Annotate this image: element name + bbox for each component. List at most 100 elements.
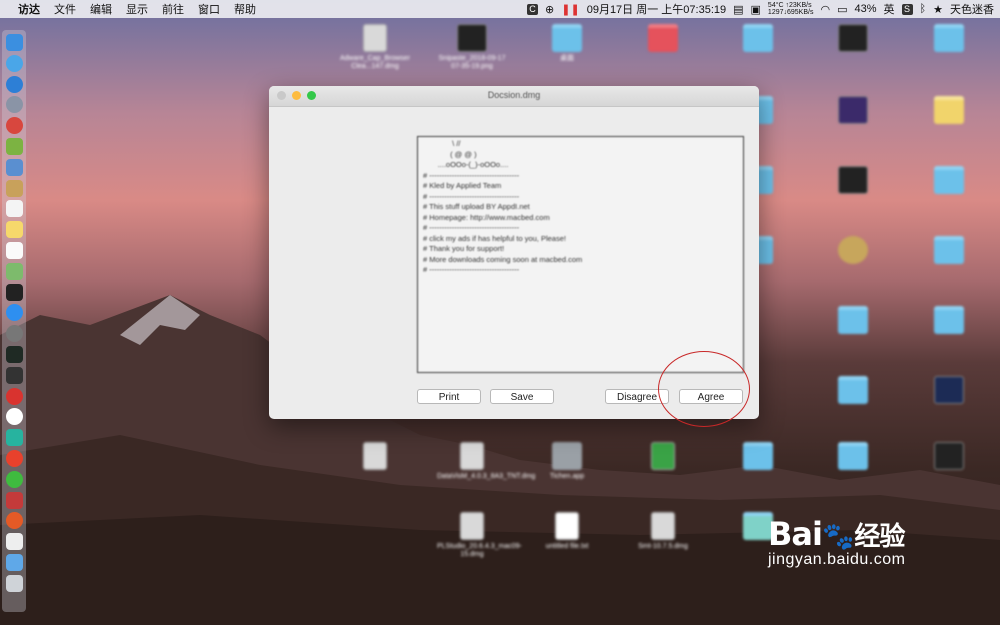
safari-icon[interactable] xyxy=(5,54,23,72)
terminal-icon[interactable] xyxy=(5,283,23,301)
license-line: # ------------------------------------ xyxy=(423,265,520,274)
menu-window[interactable]: 窗口 xyxy=(198,1,220,17)
desktop-file[interactable]: Snipaste_2018-09-17 07-35-19.png xyxy=(437,24,507,71)
desktop-app[interactable]: Tichen.app xyxy=(532,442,602,481)
document-icon[interactable] xyxy=(5,533,23,551)
annotation-circle xyxy=(658,351,750,427)
input-method-indicator[interactable]: 英 xyxy=(884,1,895,17)
desktop-folder[interactable] xyxy=(818,376,888,404)
star-icon[interactable]: ★ xyxy=(933,3,943,16)
wechat-icon[interactable] xyxy=(5,470,23,488)
desktop-folder[interactable] xyxy=(628,24,698,52)
baidu-watermark: Bai🐾经验 jingyan.baidu.com xyxy=(768,515,905,569)
rocket-icon[interactable] xyxy=(5,96,23,114)
desktop-file[interactable]: DataVisM_4.0.3_8A3_TNT.dmg xyxy=(437,442,535,481)
desktop-folder[interactable] xyxy=(914,166,984,194)
desktop-folder[interactable] xyxy=(914,24,984,52)
finder-icon[interactable] xyxy=(5,34,23,51)
license-line: # This stuff upload BY AppdI.net xyxy=(423,202,530,211)
ubuntu-icon[interactable] xyxy=(5,512,23,530)
c-app-icon[interactable]: C xyxy=(527,3,539,15)
desktop-file[interactable]: untitled file.txt xyxy=(532,512,602,551)
desktop-folder[interactable] xyxy=(723,442,793,470)
menu-file[interactable]: 文件 xyxy=(54,1,76,17)
dock xyxy=(2,30,26,612)
wifi-icon[interactable]: ◠ xyxy=(820,3,830,16)
scroll-icon[interactable]: ▣ xyxy=(751,3,761,16)
preview-icon[interactable] xyxy=(5,262,23,280)
parallels-icon[interactable] xyxy=(5,491,23,509)
menu-go[interactable]: 前往 xyxy=(162,1,184,17)
text-file-icon xyxy=(555,512,579,540)
license-line: # Homepage: http://www.macbed.com xyxy=(423,212,550,222)
desktop-file[interactable] xyxy=(340,442,410,470)
desktop-folder[interactable] xyxy=(914,96,984,124)
pause-icon[interactable]: ❚❚ xyxy=(561,3,579,16)
print-button[interactable]: Print xyxy=(417,389,481,404)
status-area: C ⊕ ❚❚ 09月17日 周一 上午07:35:19 ▤ ▣ 54°C ↑23… xyxy=(520,1,994,17)
window-title: Docsion.dmg xyxy=(487,90,541,100)
folder-icon xyxy=(552,24,582,52)
safari-compass-icon[interactable] xyxy=(5,75,23,93)
menu-view[interactable]: 显示 xyxy=(126,1,148,17)
console-icon[interactable] xyxy=(5,366,23,384)
folder-icon xyxy=(743,24,773,52)
desktop-file[interactable] xyxy=(914,442,984,470)
desktop-file[interactable]: Adware_Cap_Browser Clea...147.dmg xyxy=(340,24,410,71)
contacts-icon[interactable] xyxy=(5,179,23,197)
menu-help[interactable]: 帮助 xyxy=(234,1,256,17)
clock-text[interactable]: 09月17日 周一 上午07:35:19 xyxy=(587,1,726,17)
weibo-icon[interactable] xyxy=(5,449,23,467)
menu-edit[interactable]: 编辑 xyxy=(90,1,112,17)
reminders-icon[interactable] xyxy=(5,241,23,259)
desktop-file[interactable] xyxy=(628,442,698,470)
watermark-brand-cn: 经验 xyxy=(854,522,905,552)
notes-icon[interactable] xyxy=(5,221,23,239)
save-button[interactable]: Save xyxy=(490,389,554,404)
desktop-folder[interactable] xyxy=(914,306,984,334)
video-file-icon xyxy=(934,442,964,470)
desktop-file[interactable] xyxy=(818,24,888,52)
dmg-file-icon xyxy=(363,24,387,52)
video-file-icon xyxy=(934,376,964,404)
vivaldi-icon[interactable] xyxy=(5,387,23,405)
settings-icon[interactable] xyxy=(5,325,23,343)
media-icon[interactable]: ▤ xyxy=(733,3,743,16)
desktop-folder[interactable] xyxy=(818,306,888,334)
desktop-file[interactable] xyxy=(818,96,888,124)
folder-icon xyxy=(838,306,868,334)
trash-icon[interactable] xyxy=(5,574,23,592)
menu-finder[interactable]: 访达 xyxy=(18,1,40,17)
activity-monitor-icon[interactable] xyxy=(5,345,23,363)
desktop-folder[interactable]: 桌面 xyxy=(532,24,602,63)
license-line: # ------------------------------------ xyxy=(423,170,520,180)
desktop-file[interactable] xyxy=(818,166,888,194)
photo-icon[interactable] xyxy=(5,158,23,176)
window-titlebar[interactable]: Docsion.dmg xyxy=(269,86,759,107)
folder-icon xyxy=(743,442,773,470)
license-text-area[interactable]: \ // ( @ @ ) ....oOOo-(_)-oOOo.... # ---… xyxy=(417,136,744,373)
desktop-file[interactable]: PLStudio_20.6.4.3_mac09-15.dmg xyxy=(437,512,522,559)
license-line: # ------------------------------------ xyxy=(423,223,520,232)
desktop-folder[interactable] xyxy=(818,442,888,470)
desktop-file[interactable] xyxy=(914,376,984,404)
desktop-folder[interactable] xyxy=(914,236,984,264)
desktop-app[interactable] xyxy=(818,236,888,264)
yandex-icon[interactable] xyxy=(5,408,23,426)
android-icon[interactable] xyxy=(5,137,23,155)
desktop-file[interactable]: Smt-10.7.5.dmg xyxy=(628,512,698,551)
app-store-icon[interactable] xyxy=(5,304,23,322)
globe-icon[interactable]: ⊕ xyxy=(545,3,554,16)
app-teal-icon[interactable] xyxy=(5,429,23,447)
bluetooth-icon[interactable]: ᛒ xyxy=(920,3,927,15)
license-line: \ // xyxy=(423,139,461,148)
dmg-file-icon xyxy=(651,512,675,540)
calendar-icon[interactable] xyxy=(5,200,23,218)
user-name[interactable]: 天色迷香 xyxy=(950,1,994,17)
battery-icon[interactable]: ▭ xyxy=(837,3,847,16)
scrollbar[interactable] xyxy=(735,137,742,372)
app-red-icon[interactable] xyxy=(5,117,23,135)
downloads-folder-icon[interactable] xyxy=(5,553,23,571)
desktop-folder[interactable] xyxy=(723,24,793,52)
s-app-icon[interactable]: S xyxy=(901,3,913,15)
